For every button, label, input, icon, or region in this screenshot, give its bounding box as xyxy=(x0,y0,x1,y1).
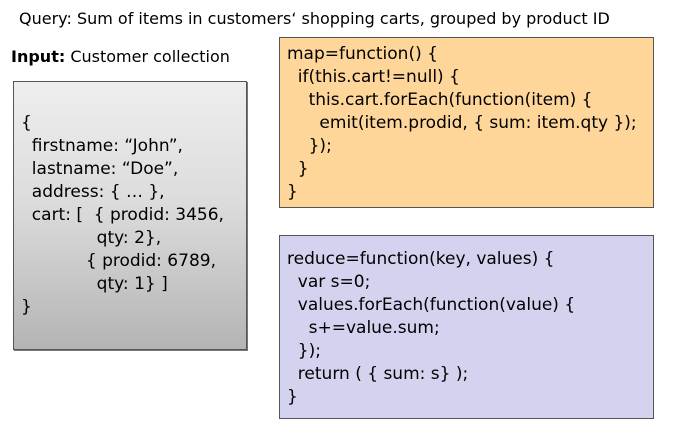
code-line: s+=value.sum; xyxy=(287,318,440,338)
code-line: }); xyxy=(287,341,321,361)
code-line: } xyxy=(287,182,298,202)
reduce-function-box: reduce=function(key, values) { var s=0; … xyxy=(279,235,654,419)
code-line: this.cart.forEach(function(item) { xyxy=(287,90,593,110)
code-line: { xyxy=(21,113,32,133)
code-line: values.forEach(function(value) { xyxy=(287,295,576,315)
code-line: return ( { sum: s} ); xyxy=(287,364,469,384)
code-line: } xyxy=(287,387,298,407)
code-line: reduce=function(key, values) { xyxy=(287,249,555,269)
code-line: }); xyxy=(287,136,332,156)
code-line: if(this.cart!=null) { xyxy=(287,67,460,87)
input-label-text: Customer collection xyxy=(65,47,230,66)
code-line: qty: 1} ] xyxy=(21,274,168,294)
code-line: qty: 2}, xyxy=(21,228,162,248)
map-function-code: map=function() { if(this.cart!=null) { t… xyxy=(287,43,653,204)
diagram-canvas: Query: Sum of items in customers‘ shoppi… xyxy=(0,0,675,427)
code-line: address: { … }, xyxy=(21,182,165,202)
code-line: firstname: “John”, xyxy=(21,136,183,156)
customer-document-code: { firstname: “John”, lastname: “Doe”, ad… xyxy=(21,112,246,319)
reduce-function-code: reduce=function(key, values) { var s=0; … xyxy=(287,248,653,409)
code-line: emit(item.prodid, { sum: item.qty }); xyxy=(287,113,637,133)
code-line: map=function() { xyxy=(287,44,438,64)
code-line: var s=0; xyxy=(287,272,371,292)
query-caption: Query: Sum of items in customers‘ shoppi… xyxy=(19,9,610,28)
code-line: } xyxy=(287,159,309,179)
customer-document-box: { firstname: “John”, lastname: “Doe”, ad… xyxy=(13,81,247,350)
input-label: Input: Customer collection xyxy=(11,47,230,66)
input-label-bold: Input: xyxy=(11,47,66,66)
map-function-box: map=function() { if(this.cart!=null) { t… xyxy=(279,37,654,208)
code-line: } xyxy=(21,297,32,317)
code-line: { prodid: 6789, xyxy=(21,251,216,271)
code-line: lastname: “Doe”, xyxy=(21,159,179,179)
code-line: cart: [ { prodid: 3456, xyxy=(21,205,224,225)
